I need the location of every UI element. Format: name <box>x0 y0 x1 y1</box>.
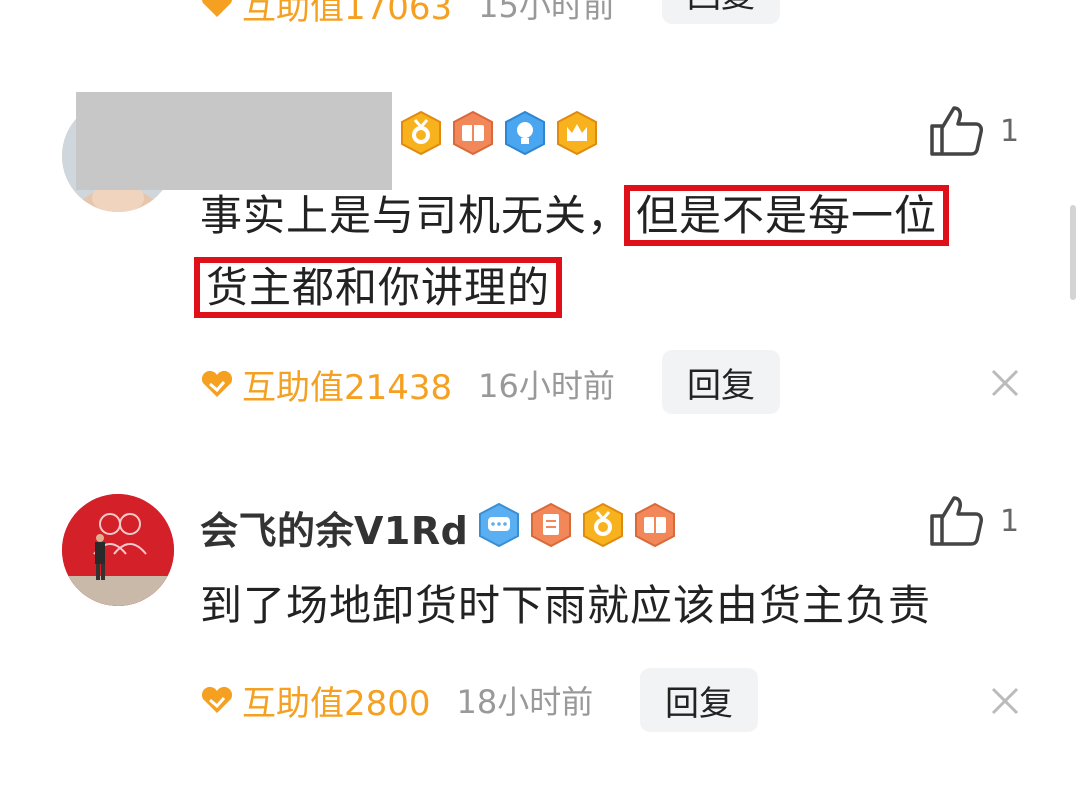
help-heart-icon <box>201 370 233 397</box>
timestamp: 15小时前 <box>478 0 615 25</box>
highlighted-text: 货主都和你讲理的 <box>193 257 563 318</box>
reply-button[interactable]: 回复 <box>662 350 780 414</box>
help-meta: 互助值21438 16小时前 <box>200 352 615 416</box>
help-value: 互助值2800 <box>242 683 431 724</box>
avatar-photo <box>62 494 174 606</box>
like-count: 1 <box>1000 504 1020 539</box>
close-icon[interactable] <box>990 368 1020 398</box>
help-meta: 互助值17063 15小时前 <box>200 0 615 36</box>
medal-badge-icon <box>401 110 441 156</box>
thumbs-up-icon[interactable] <box>928 102 984 158</box>
comment-item: 会飞的余V1Rd 1 到了场地卸货时下雨就应该由货主负责 互助值2800 18小… <box>0 490 1080 750</box>
comment-text: 事实上是与司机无关， 但是不是每一位 货主都和你讲理的 <box>193 180 1040 324</box>
thumbs-up-icon[interactable] <box>928 492 984 548</box>
help-value: 互助值17063 <box>242 0 453 28</box>
like-count: 1 <box>1000 114 1020 149</box>
help-meta: 互助值2800 18小时前 <box>200 668 593 732</box>
reply-button[interactable]: 回复 <box>662 0 780 24</box>
redacted-username <box>76 92 392 190</box>
avatar[interactable] <box>62 494 174 606</box>
book-badge-icon <box>635 502 675 548</box>
help-value: 互助值21438 <box>242 367 453 408</box>
timestamp: 18小时前 <box>456 683 594 721</box>
doc-badge-icon <box>531 502 571 548</box>
chat-badge-icon <box>479 502 519 548</box>
timestamp: 16小时前 <box>478 367 615 405</box>
book-badge-icon <box>453 110 493 156</box>
comment-text-plain: 事实上是与司机无关， <box>200 191 631 240</box>
badge-row <box>398 110 600 156</box>
lightbulb-badge-icon <box>505 110 545 156</box>
medal-badge-icon <box>583 502 623 548</box>
comment-item: 1 事实上是与司机无关， 但是不是每一位 货主都和你讲理的 互助值21438 16小… <box>0 90 1080 430</box>
crown-badge-icon <box>557 110 597 156</box>
reply-button[interactable]: 回复 <box>640 668 758 732</box>
scrollbar[interactable] <box>1070 205 1076 300</box>
comment-text: 到了场地卸货时下雨就应该由货主负责 <box>200 581 932 630</box>
close-icon[interactable] <box>990 686 1020 716</box>
badge-row <box>476 502 678 548</box>
help-heart-icon <box>201 686 233 713</box>
previous-comment-meta: 互助值17063 15小时前 回复 <box>0 0 1080 28</box>
highlighted-text: 但是不是每一位 <box>624 185 950 246</box>
help-heart-icon <box>202 0 232 17</box>
username[interactable]: 会飞的余V1Rd <box>200 500 468 555</box>
